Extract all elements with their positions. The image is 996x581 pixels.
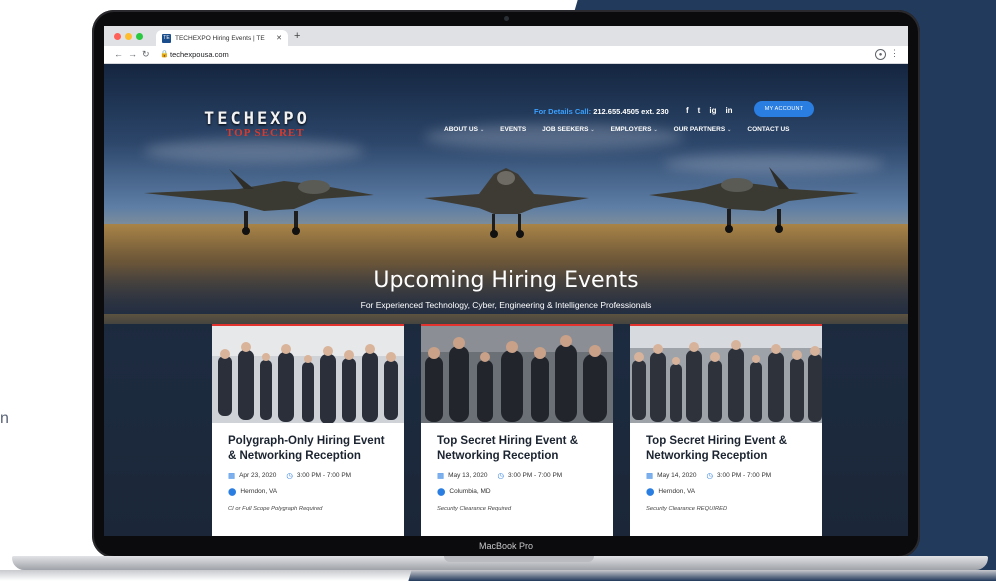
- event-card-body: Top Secret Hiring Event & Networking Rec…: [437, 434, 603, 512]
- new-tab-icon[interactable]: +: [294, 30, 300, 42]
- chevron-down-icon: ⌄: [479, 127, 485, 133]
- location-pin-icon: ⬤: [437, 487, 446, 496]
- event-card-body: Top Secret Hiring Event & Networking Rec…: [646, 434, 812, 512]
- nav-label: ABOUT US: [444, 126, 478, 133]
- logo-main-text: TECHEXPO: [204, 109, 310, 129]
- event-requirement: Security Clearance REQUIRED: [646, 506, 728, 512]
- laptop: TE TECHEXPO Hiring Events | TE ✕ + ← → ↻…: [92, 10, 920, 558]
- browser-tabbar: TE TECHEXPO Hiring Events | TE ✕ +: [104, 26, 908, 46]
- event-location: Herndon, VA: [240, 488, 278, 495]
- clock-icon: ◷: [286, 471, 293, 480]
- nav-events[interactable]: EVENTS: [500, 126, 526, 133]
- social-links: f t ig in: [686, 106, 733, 115]
- hero-subtitle: For Experienced Technology, Cyber, Engin…: [360, 300, 652, 310]
- profile-icon[interactable]: ●: [875, 49, 886, 60]
- phone-number[interactable]: 212.655.4505 ext. 230: [593, 107, 668, 116]
- nav-contact-us[interactable]: CONTACT US: [747, 126, 789, 133]
- event-requirement: Security Clearance Required: [437, 506, 512, 512]
- event-datetime: ▦ May 13, 2020 ◷ 3:00 PM - 7:00 PM: [437, 471, 603, 480]
- browser-address-bar: ← → ↻ 🔒 techexpousa.com ● ⋮: [104, 46, 908, 64]
- event-photo: [630, 326, 822, 423]
- event-location-row: ⬤ Herndon, VA: [228, 487, 394, 496]
- calendar-icon: ▦: [646, 471, 654, 480]
- event-location: Columbia, MD: [449, 488, 491, 495]
- event-photo: [421, 326, 613, 423]
- location-pin-icon: ⬤: [228, 487, 237, 496]
- chevron-down-icon: ⌄: [590, 127, 595, 133]
- nav-our-partners[interactable]: OUR PARTNERS ⌄: [674, 126, 732, 133]
- window-close-button[interactable]: [114, 33, 121, 40]
- event-date: May 13, 2020: [448, 472, 488, 479]
- window-minimize-button[interactable]: [125, 33, 132, 40]
- laptop-base-notch: [444, 556, 594, 562]
- laptop-base: [12, 556, 988, 570]
- event-date: Apr 23, 2020: [239, 472, 277, 479]
- nav-label: OUR PARTNERS: [673, 126, 726, 133]
- clock-icon: ◷: [497, 471, 505, 480]
- twitter-icon[interactable]: t: [698, 106, 701, 115]
- nav-job-seekers[interactable]: JOB SEEKERS ⌄: [542, 126, 594, 133]
- nav-about-us[interactable]: ABOUT US ⌄: [444, 126, 484, 133]
- event-time: 3:00 PM - 7:00 PM: [296, 472, 352, 479]
- event-title[interactable]: Polygraph-Only Hiring Event & Networking…: [228, 434, 394, 464]
- back-icon[interactable]: ←: [114, 49, 123, 59]
- phone-info: For Details Call: 212.655.4505 ext. 230: [534, 107, 669, 116]
- laptop-model-label: MacBook Pro: [478, 541, 534, 551]
- tab-close-icon[interactable]: ✕: [276, 34, 282, 42]
- calendar-icon: ▦: [228, 471, 236, 480]
- window-maximize-button[interactable]: [136, 33, 143, 40]
- jet-left-icon: [144, 169, 374, 235]
- chevron-down-icon: ⌄: [653, 127, 658, 133]
- laptop-screen: TE TECHEXPO Hiring Events | TE ✕ + ← → ↻…: [104, 26, 908, 536]
- event-title[interactable]: Top Secret Hiring Event & Networking Rec…: [437, 434, 603, 464]
- camera: [504, 16, 509, 21]
- location-pin-icon: ⬤: [646, 487, 655, 496]
- facebook-icon[interactable]: f: [686, 106, 689, 115]
- event-title[interactable]: Top Secret Hiring Event & Networking Rec…: [646, 434, 812, 464]
- browser-tab[interactable]: TE TECHEXPO Hiring Events | TE ✕: [156, 30, 288, 46]
- main-nav: ABOUT US ⌄ EVENTS JOB SEEKERS ⌄ EMPLOYERS ⌄…: [444, 126, 790, 133]
- url-field[interactable]: techexpousa.com: [170, 50, 229, 59]
- phone-label: For Details Call:: [534, 107, 592, 116]
- event-card-body: Polygraph-Only Hiring Event & Networking…: [228, 434, 394, 512]
- event-datetime: ▦ May 14, 2020 ◷ 3:00 PM - 7:00 PM: [646, 471, 812, 480]
- chevron-down-icon: ⌄: [727, 127, 732, 133]
- event-photo: [212, 326, 404, 423]
- nav-label: EVENTS: [500, 126, 527, 133]
- tab-title: TECHEXPO Hiring Events | TE: [175, 34, 265, 42]
- event-location-row: ⬤ Herndon, VA: [646, 487, 812, 496]
- linkedin-icon[interactable]: in: [725, 106, 732, 115]
- lock-icon: 🔒: [160, 51, 169, 58]
- my-account-button[interactable]: MY ACCOUNT: [754, 101, 814, 117]
- event-time: 3:00 PM - 7:00 PM: [508, 472, 563, 479]
- nav-label: JOB SEEKERS: [542, 126, 589, 133]
- event-card[interactable]: Top Secret Hiring Event & Networking Rec…: [630, 324, 822, 536]
- clock-icon: ◷: [706, 471, 714, 480]
- logo-sub-text: TOP SECRET: [226, 127, 305, 139]
- forward-icon[interactable]: →: [128, 49, 137, 59]
- event-location: Herndon, VA: [658, 488, 696, 495]
- laptop-shadow: [0, 570, 996, 581]
- event-location-row: ⬤ Columbia, MD: [437, 487, 603, 496]
- nav-employers[interactable]: EMPLOYERS ⌄: [611, 126, 658, 133]
- instagram-icon[interactable]: ig: [709, 106, 716, 115]
- techexpo-logo[interactable]: TECHEXPO TOP SECRET: [204, 109, 354, 139]
- event-requirement: CI or Full Scope Polygraph Required: [228, 506, 323, 512]
- nav-label: EMPLOYERS: [610, 126, 652, 133]
- website: TECHEXPO TOP SECRET For Details Call: 21…: [104, 64, 908, 536]
- event-date: May 14, 2020: [657, 472, 697, 479]
- reload-icon[interactable]: ↻: [142, 49, 150, 60]
- event-card[interactable]: Polygraph-Only Hiring Event & Networking…: [212, 324, 404, 536]
- jet-right-icon: [649, 167, 859, 233]
- favicon-icon: TE: [162, 33, 171, 43]
- jet-center-icon: [424, 168, 589, 238]
- nav-label: CONTACT US: [747, 126, 790, 133]
- event-card[interactable]: Top Secret Hiring Event & Networking Rec…: [421, 324, 613, 536]
- event-datetime: ▦ Apr 23, 2020 ◷ 3:00 PM - 7:00 PM: [228, 471, 394, 480]
- hero-title: Upcoming Hiring Events: [373, 268, 639, 293]
- calendar-icon: ▦: [437, 471, 445, 480]
- event-time: 3:00 PM - 7:00 PM: [717, 472, 772, 479]
- cut-off-text: n: [0, 410, 9, 427]
- menu-kebab-icon[interactable]: ⋮: [890, 48, 899, 59]
